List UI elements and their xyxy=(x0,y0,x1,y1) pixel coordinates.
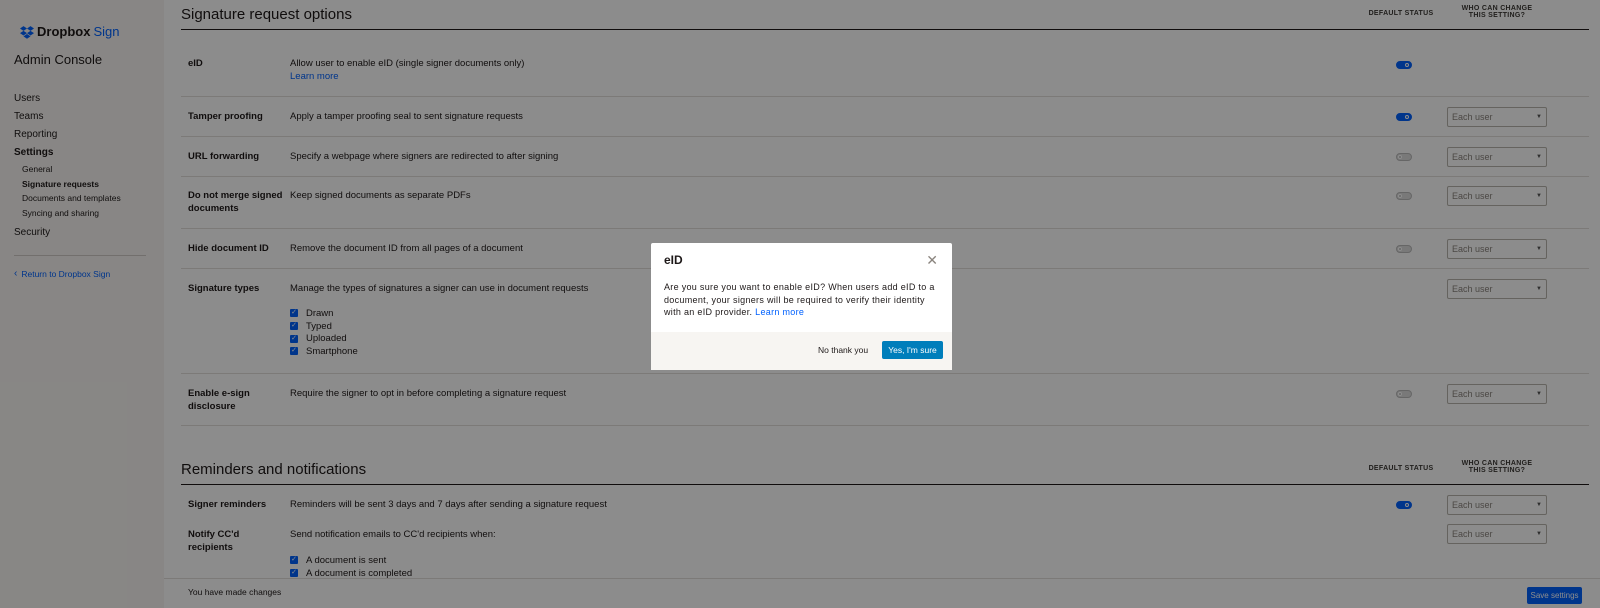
dialog-body: Are you sure you want to enable eID? Whe… xyxy=(664,281,942,319)
dialog-title: eID xyxy=(664,253,683,267)
dialog-footer: No thank you Yes, I'm sure xyxy=(651,332,952,370)
no-thank-you-button[interactable]: No thank you xyxy=(818,345,868,355)
learn-more-link[interactable]: Learn more xyxy=(755,307,804,317)
eid-confirm-dialog: eID ✕ Are you sure you want to enable eI… xyxy=(651,243,952,370)
yes-im-sure-button[interactable]: Yes, I'm sure xyxy=(882,341,943,359)
close-icon[interactable]: ✕ xyxy=(926,252,938,269)
